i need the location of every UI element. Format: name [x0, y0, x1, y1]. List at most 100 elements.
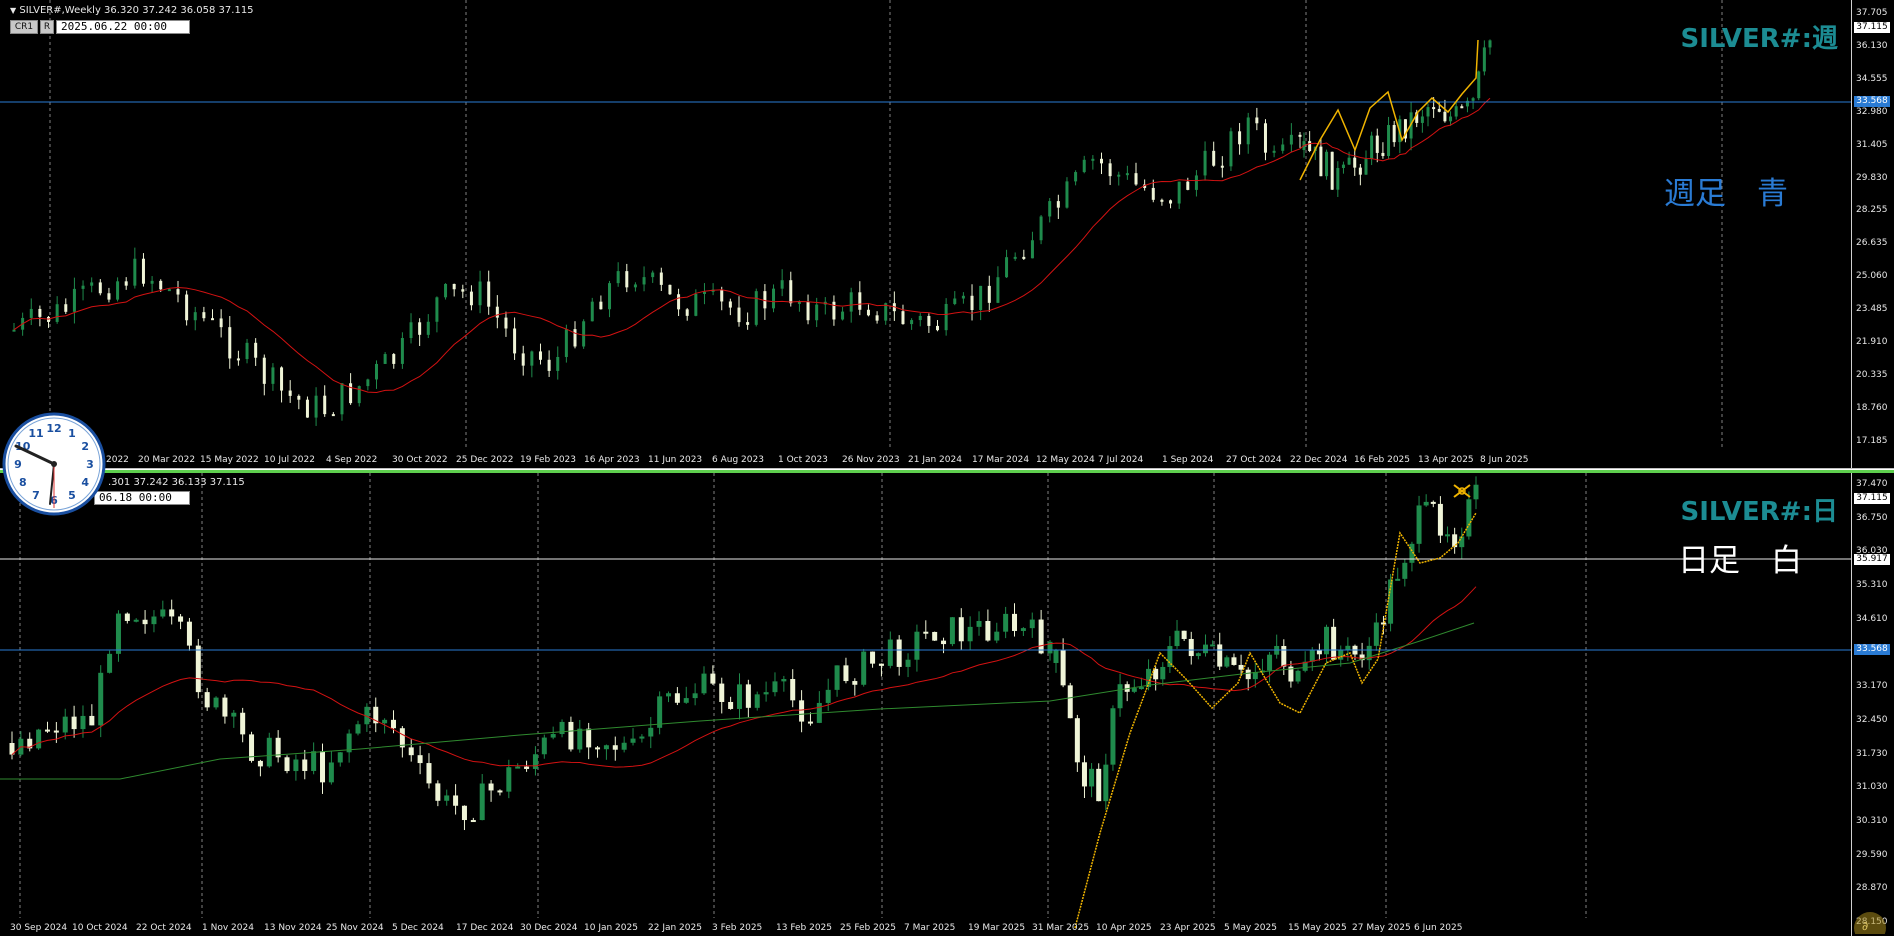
- daily-candle-body: [603, 745, 609, 750]
- daily-candle-body: [1074, 718, 1080, 763]
- daily-candle-body: [1210, 644, 1216, 647]
- weekly-candle-body: [763, 291, 767, 309]
- weekly-chart-pane[interactable]: ▼ SILVER#,Weekly 36.320 37.242 36.058 37…: [0, 0, 1894, 469]
- weekly-candle-body: [444, 283, 448, 298]
- weekly-candle-body: [1488, 40, 1492, 48]
- weekly-candle-body: [478, 281, 482, 306]
- weekly-candle-body: [340, 383, 344, 415]
- weekly-candle-body: [815, 304, 819, 321]
- daily-candle-body: [1020, 628, 1026, 631]
- cr1-button[interactable]: CR1: [10, 20, 38, 34]
- daily-candle-body: [1110, 708, 1116, 765]
- daily-time-label: 10 Apr 2025: [1096, 923, 1152, 933]
- daily-time-label: 6 Jun 2025: [1414, 923, 1463, 933]
- daily-candle-body: [417, 755, 423, 764]
- weekly-candle-body: [1108, 163, 1112, 177]
- weekly-candle-body: [677, 294, 681, 310]
- daily-price-label: 36.750: [1856, 512, 1888, 523]
- daily-chart-plot[interactable]: [0, 473, 1852, 936]
- daily-candle-body: [701, 673, 707, 694]
- daily-candle-body: [89, 715, 95, 726]
- weekly-candle-body: [1387, 125, 1391, 157]
- daily-candle-body: [1003, 613, 1009, 632]
- weekly-candle-body: [435, 297, 439, 322]
- daily-date-box[interactable]: 06.18 00:00: [94, 491, 190, 505]
- weekly-candle-body: [1336, 167, 1340, 190]
- daily-candle-body: [515, 766, 521, 769]
- daily-candle-body: [1217, 644, 1223, 667]
- weekly-price-label: 28.255: [1856, 205, 1888, 216]
- daily-candle-body: [807, 721, 813, 724]
- daily-candle-body: [595, 747, 601, 750]
- daily-candle-body: [532, 754, 538, 769]
- daily-candle-body: [115, 613, 121, 654]
- daily-candle-body: [763, 692, 769, 695]
- weekly-time-label: 22 Dec 2024: [1290, 455, 1348, 465]
- daily-candle-body: [320, 751, 326, 783]
- weekly-candle-body: [1212, 150, 1216, 166]
- weekly-candle-body: [866, 309, 870, 316]
- weekly-hline-price-tag: 33.568: [1854, 96, 1890, 107]
- weekly-candle-body: [1263, 123, 1267, 153]
- weekly-candle-body: [996, 277, 1000, 303]
- daily-candle-body: [870, 651, 876, 664]
- daily-candle-body: [328, 762, 334, 783]
- daily-time-label: 22 Jan 2025: [648, 923, 702, 933]
- weekly-candle-body: [737, 307, 741, 323]
- daily-candle-body: [213, 697, 219, 708]
- daily-candle-body: [231, 712, 237, 717]
- weekly-time-label: 16 Apr 2023: [584, 455, 640, 465]
- weekly-candle-body: [461, 289, 465, 292]
- daily-candle-body: [1117, 684, 1123, 709]
- weekly-candle-body: [625, 271, 629, 288]
- daily-candle-body: [302, 759, 308, 771]
- weekly-price-axis[interactable]: 37.705 36.130 34.555 32.980 31.405 29.830 28.2…: [1851, 0, 1894, 468]
- daily-candle-body: [1174, 630, 1180, 647]
- clock-numeral: 7: [32, 489, 40, 502]
- daily-candle-body: [1138, 687, 1144, 690]
- daily-candle-body: [1416, 505, 1422, 544]
- clock-numeral: 9: [14, 458, 22, 471]
- weekly-time-label: 1 Oct 2023: [778, 455, 828, 465]
- daily-time-label: 30 Sep 2024: [10, 923, 68, 933]
- weekly-candle-body: [728, 301, 732, 308]
- daily-price-axis[interactable]: 37.47036.75036.03035.31034.61033.89033.1…: [1851, 473, 1894, 936]
- weekly-price-label: 26.635: [1856, 238, 1888, 249]
- daily-candle-body: [923, 631, 929, 634]
- daily-candle-body: [488, 783, 494, 791]
- daily-chart-pane[interactable]: .301 37.242 36.133 37.115 06.18 00:00 SI…: [0, 470, 1894, 936]
- weekly-candle-body: [979, 285, 983, 310]
- weekly-candle-body: [280, 367, 284, 391]
- daily-candle-body: [1423, 501, 1429, 506]
- weekly-candle-body: [1454, 106, 1458, 117]
- weekly-candle-body: [228, 327, 232, 359]
- weekly-date-box[interactable]: 2025.06.22 00:00: [56, 20, 190, 34]
- daily-candle-body: [736, 684, 742, 709]
- weekly-candle-body: [1482, 47, 1486, 72]
- daily-candle-body: [896, 639, 902, 667]
- daily-candle-body: [958, 617, 964, 642]
- daily-candle-body: [62, 716, 68, 733]
- weekly-candle-body: [452, 283, 456, 290]
- weekly-candle-body: [64, 304, 68, 312]
- daily-price-label: 37.470: [1856, 479, 1888, 489]
- crosshair-marker-icon[interactable]: [1450, 481, 1474, 501]
- daily-candle-body: [1295, 670, 1301, 682]
- weekly-chart-plot[interactable]: [0, 0, 1852, 468]
- daily-candle-body: [1345, 645, 1351, 650]
- r-button[interactable]: R: [40, 20, 54, 34]
- daily-candle-body: [1153, 668, 1159, 680]
- daily-time-label: 31 Mar 2025: [1032, 923, 1090, 933]
- weekly-candle-body: [55, 304, 59, 322]
- daily-candle-body: [657, 696, 663, 728]
- daily-candle-body: [728, 701, 734, 709]
- daily-candle-body: [195, 645, 201, 693]
- weekly-candle-body: [245, 342, 249, 360]
- daily-candle-body: [284, 757, 290, 772]
- weekly-candle-body: [1177, 181, 1181, 204]
- clock-numeral: 12: [46, 422, 61, 435]
- weekly-candle-body: [832, 301, 836, 320]
- daily-candle-body: [98, 672, 104, 726]
- daily-candle-body: [444, 795, 450, 801]
- daily-time-label: 17 Dec 2024: [456, 923, 514, 933]
